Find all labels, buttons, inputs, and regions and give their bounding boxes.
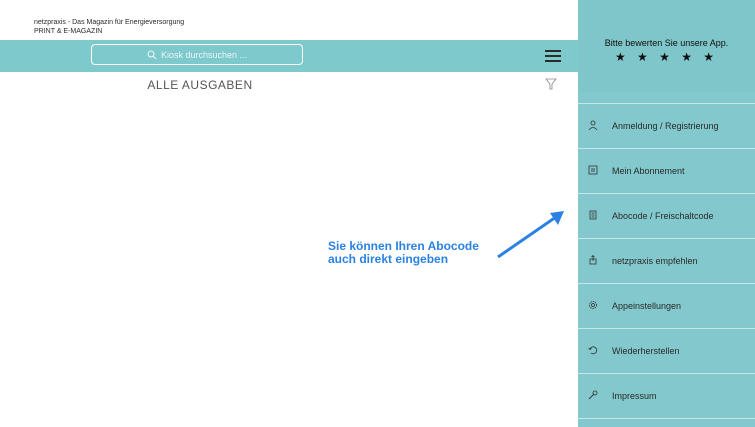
section-title: ALLE AUSGABEN xyxy=(147,78,253,92)
share-icon xyxy=(586,254,600,268)
toolbar: Kiosk durchsuchen ... xyxy=(0,40,578,72)
filter-icon[interactable] xyxy=(545,78,557,90)
search-icon xyxy=(147,50,157,59)
annotation-line2: auch direkt eingeben xyxy=(328,252,449,266)
rating-stars[interactable]: ★ ★ ★ ★ ★ xyxy=(578,50,755,64)
rate-app-text: Bitte bewerten Sie unsere App. xyxy=(604,38,729,48)
sidebar-menu-list: Anmeldung / Registrierung Mein Abonnemen… xyxy=(578,103,755,419)
sidebar-item-settings[interactable]: Appeinstellungen xyxy=(578,284,755,329)
sidebar-item-subscription[interactable]: Mein Abonnement xyxy=(578,149,755,194)
user-icon xyxy=(586,120,600,133)
sidebar-item-restore[interactable]: Wiederherstellen xyxy=(578,329,755,374)
app-window: netzpraxis - Das Magazin für Energievers… xyxy=(0,0,755,427)
settings-icon xyxy=(586,300,600,313)
sidebar-item-label: Appeinstellungen xyxy=(612,301,682,311)
abocode-annotation: Sie können Ihren Abocode auch direkt ein… xyxy=(328,240,479,266)
rate-app-box[interactable]: Bitte bewerten Sie unsere App. ★ ★ ★ ★ ★ xyxy=(578,0,755,92)
subscription-icon xyxy=(586,165,600,178)
annotation-arrow xyxy=(497,211,564,259)
wrench-icon xyxy=(586,390,600,403)
sidebar-item-imprint[interactable]: Impressum xyxy=(578,374,755,419)
magazine-title: netzpraxis - Das Magazin für Energievers… xyxy=(34,18,184,36)
sidebar-item-login[interactable]: Anmeldung / Registrierung xyxy=(578,103,755,149)
sidebar-item-abocode[interactable]: Abocode / Freischaltcode xyxy=(578,194,755,239)
code-icon xyxy=(586,210,600,223)
search-placeholder: Kiosk durchsuchen ... xyxy=(160,49,248,60)
hamburger-menu-icon[interactable] xyxy=(545,50,561,62)
sidebar-item-recommend[interactable]: netzpraxis empfehlen xyxy=(578,239,755,284)
search-input[interactable]: Kiosk durchsuchen ... xyxy=(91,44,303,65)
sidebar-item-label: Mein Abonnement xyxy=(612,166,685,176)
magazine-title-line1: netzpraxis - Das Magazin für Energievers… xyxy=(34,19,185,26)
sidebar-item-label: Abocode / Freischaltcode xyxy=(612,211,714,221)
sidebar-item-label: netzpraxis empfehlen xyxy=(612,256,698,266)
magazine-title-line2: PRINT & E-MAGAZIN xyxy=(34,28,103,35)
sidebar-item-label: Wiederherstellen xyxy=(612,346,680,356)
sidebar-item-label: Impressum xyxy=(612,391,657,401)
restore-icon xyxy=(586,345,600,358)
sidebar-menu: Bitte bewerten Sie unsere App. ★ ★ ★ ★ ★… xyxy=(578,0,755,427)
sidebar-item-label: Anmeldung / Registrierung xyxy=(612,121,719,131)
